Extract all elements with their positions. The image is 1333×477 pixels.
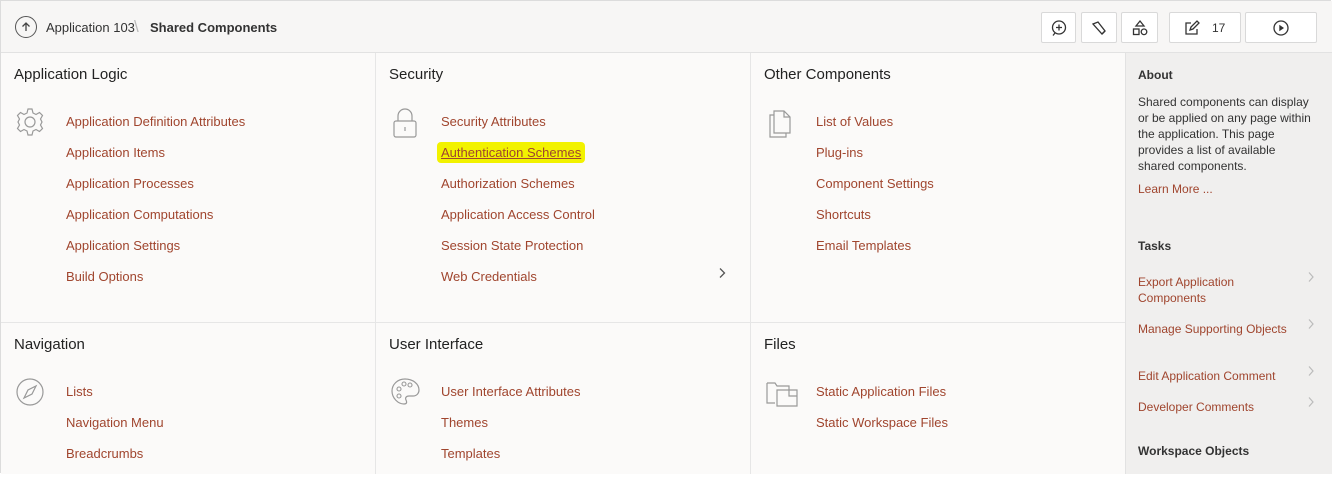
section-application-logic: Application Logic Application Definition… xyxy=(1,53,375,322)
workspace-objects-heading: Workspace Objects xyxy=(1138,444,1250,458)
task-export-application-components[interactable]: Export Application Components xyxy=(1138,272,1323,306)
section-files: Files Static Application Files Static Wo… xyxy=(751,323,1125,474)
link-static-workspace-files[interactable]: Static Workspace Files xyxy=(816,415,948,446)
link-email-templates[interactable]: Email Templates xyxy=(816,238,934,269)
up-arrow-icon[interactable] xyxy=(15,16,37,38)
link-user-interface-attributes[interactable]: User Interface Attributes xyxy=(441,384,580,415)
task-edit-application-comment[interactable]: Edit Application Comment xyxy=(1138,366,1323,384)
link-application-processes[interactable]: Application Processes xyxy=(66,176,245,207)
compass-icon xyxy=(16,378,44,406)
link-shortcuts[interactable]: Shortcuts xyxy=(816,207,934,238)
chevron-right-icon xyxy=(1308,272,1314,282)
task-manage-supporting-objects[interactable]: Manage Supporting Objects xyxy=(1138,319,1323,337)
edit-icon xyxy=(1185,19,1200,35)
run-icon xyxy=(1273,19,1289,36)
link-lists[interactable]: Lists xyxy=(66,384,164,415)
section-navigation: Navigation Lists Navigation Menu Breadcr… xyxy=(1,323,375,474)
breadcrumb-current-page: Shared Components xyxy=(150,20,278,35)
chevron-right-icon[interactable] xyxy=(717,267,727,279)
shared-components-button[interactable] xyxy=(1121,12,1158,43)
link-web-credentials[interactable]: Web Credentials xyxy=(441,269,595,300)
link-component-settings[interactable]: Component Settings xyxy=(816,176,934,207)
chevron-right-icon xyxy=(1308,319,1314,329)
link-application-items[interactable]: Application Items xyxy=(66,145,245,176)
link-plug-ins[interactable]: Plug-ins xyxy=(816,145,934,176)
link-themes[interactable]: Themes xyxy=(441,415,580,446)
link-templates[interactable]: Templates xyxy=(441,446,580,477)
top-bar: Application 103 \ Shared Components 17 xyxy=(1,1,1332,53)
tasks-heading: Tasks xyxy=(1138,239,1172,253)
palette-icon xyxy=(391,378,420,405)
task-label: Developer Comments xyxy=(1138,400,1255,414)
lock-icon xyxy=(393,108,417,138)
link-list-of-values[interactable]: List of Values xyxy=(816,114,934,145)
link-application-access-control[interactable]: Application Access Control xyxy=(441,207,595,238)
link-authorization-schemes[interactable]: Authorization Schemes xyxy=(441,176,595,207)
breadcrumb-separator: \ xyxy=(134,17,139,36)
task-label: Manage Supporting Objects xyxy=(1138,322,1287,336)
task-developer-comments[interactable]: Developer Comments xyxy=(1138,397,1323,415)
edit-button[interactable]: 17 xyxy=(1169,12,1241,43)
edit-count: 17 xyxy=(1212,20,1226,35)
list-item: Authentication Schemes xyxy=(437,142,595,176)
comment-button[interactable] xyxy=(1041,12,1076,43)
section-user-interface: User Interface User Interface Attributes… xyxy=(376,323,750,474)
documents-icon xyxy=(769,110,791,138)
section-title: Other Components xyxy=(764,66,891,83)
section-title: Security xyxy=(389,66,444,83)
link-application-settings[interactable]: Application Settings xyxy=(66,238,245,269)
about-heading: About xyxy=(1138,68,1173,82)
link-navigation-menu[interactable]: Navigation Menu xyxy=(66,415,164,446)
link-build-options[interactable]: Build Options xyxy=(66,269,245,300)
breadcrumb-application[interactable]: Application 103 xyxy=(46,20,135,35)
about-text: Shared components can display or be appl… xyxy=(1138,95,1311,173)
link-application-definition-attributes[interactable]: Application Definition Attributes xyxy=(66,114,245,145)
link-session-state-protection[interactable]: Session State Protection xyxy=(441,238,595,269)
link-static-application-files[interactable]: Static Application Files xyxy=(816,384,948,415)
flashlight-icon xyxy=(1091,20,1106,35)
learn-more-link[interactable]: Learn More ... xyxy=(1138,182,1213,196)
debug-button[interactable] xyxy=(1081,12,1117,43)
task-label: Edit Application Comment xyxy=(1138,369,1276,383)
link-application-computations[interactable]: Application Computations xyxy=(66,207,245,238)
link-breadcrumbs[interactable]: Breadcrumbs xyxy=(66,446,164,477)
link-security-attributes[interactable]: Security Attributes xyxy=(441,114,595,145)
link-authentication-schemes[interactable]: Authentication Schemes xyxy=(437,142,586,163)
right-sidebar: About Shared components can display or b… xyxy=(1125,53,1332,474)
section-other-components: Other Components List of Values Plug-ins… xyxy=(751,53,1125,322)
section-security: Security Security Attributes Authenticat… xyxy=(376,53,750,322)
section-title: Navigation xyxy=(14,336,85,353)
shapes-icon xyxy=(1132,19,1147,35)
section-title: Files xyxy=(764,336,796,353)
section-title: User Interface xyxy=(389,336,484,353)
chevron-right-icon xyxy=(1308,397,1314,407)
chevron-right-icon xyxy=(1308,366,1314,376)
gear-icon xyxy=(16,108,44,136)
page-frame: Application 103 \ Shared Components 17 A… xyxy=(0,0,1332,474)
run-button[interactable] xyxy=(1245,12,1317,43)
section-title: Application Logic xyxy=(14,66,128,83)
task-label: Export Application Components xyxy=(1138,275,1235,305)
folders-icon xyxy=(766,382,798,407)
comment-add-icon xyxy=(1051,19,1066,36)
